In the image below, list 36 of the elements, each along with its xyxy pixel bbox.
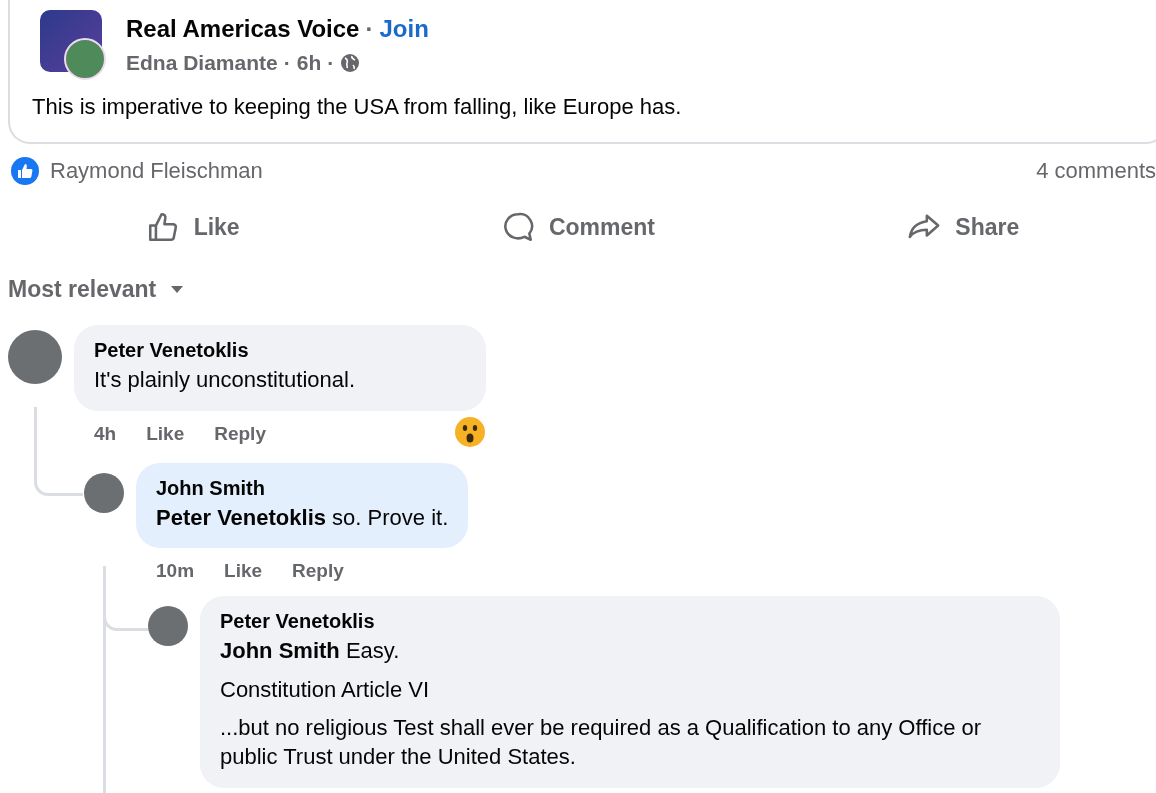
caret-icon bbox=[170, 285, 185, 294]
join-link[interactable]: Join bbox=[379, 15, 429, 43]
reply-link[interactable]: Reply bbox=[292, 560, 344, 583]
like-button[interactable]: Like bbox=[141, 206, 244, 248]
comment-text: ...but no religious Test shall ever be required as a Qualification to any Office or public Trust under the United States. bbox=[220, 714, 983, 771]
group-avatar[interactable] bbox=[40, 10, 106, 80]
like-link[interactable]: Like bbox=[224, 560, 263, 583]
comment-button[interactable]: Comment bbox=[496, 206, 659, 248]
post-text: This is imperative to keeping the USA from falling, like Europe has. bbox=[32, 94, 683, 120]
reply-link[interactable]: Reply bbox=[214, 422, 266, 445]
comment-author[interactable]: Peter Venetoklis bbox=[94, 339, 466, 362]
comment-author[interactable]: Peter Venetoklis bbox=[220, 610, 1040, 634]
user-avatar[interactable] bbox=[64, 38, 106, 80]
group-name[interactable]: Real Americas Voice bbox=[126, 15, 360, 43]
comment-text: Constitution Article VI bbox=[220, 675, 431, 704]
post-time[interactable]: 6h bbox=[296, 51, 322, 75]
share-button[interactable]: Share bbox=[903, 206, 1024, 248]
comment-text: John Smith Easy. bbox=[220, 637, 401, 666]
separator-dot: · bbox=[365, 15, 374, 43]
comment-text: Peter Venetoklis so. Prove it. bbox=[156, 503, 449, 532]
avatar[interactable] bbox=[84, 472, 124, 513]
comment-time[interactable]: 4h bbox=[94, 422, 117, 445]
avatar[interactable] bbox=[8, 330, 62, 384]
separator-dot: · bbox=[283, 51, 291, 75]
globe-icon bbox=[340, 53, 361, 73]
avatar[interactable] bbox=[148, 606, 188, 647]
like-link[interactable]: Like bbox=[146, 422, 185, 445]
like-reaction-icon bbox=[10, 156, 40, 186]
comment-text: It's plainly unconstitutional. bbox=[94, 366, 356, 394]
comment-author[interactable]: John Smith bbox=[156, 476, 449, 500]
reactor-name[interactable]: Raymond Fleischman bbox=[50, 158, 263, 184]
comment-time[interactable]: 10m bbox=[156, 560, 195, 583]
separator-dot: · bbox=[327, 51, 335, 75]
author-name[interactable]: Edna Diamante bbox=[126, 51, 278, 75]
comment-count[interactable]: 4 comments bbox=[1036, 158, 1156, 184]
sort-dropdown[interactable]: Most relevant bbox=[8, 276, 185, 303]
